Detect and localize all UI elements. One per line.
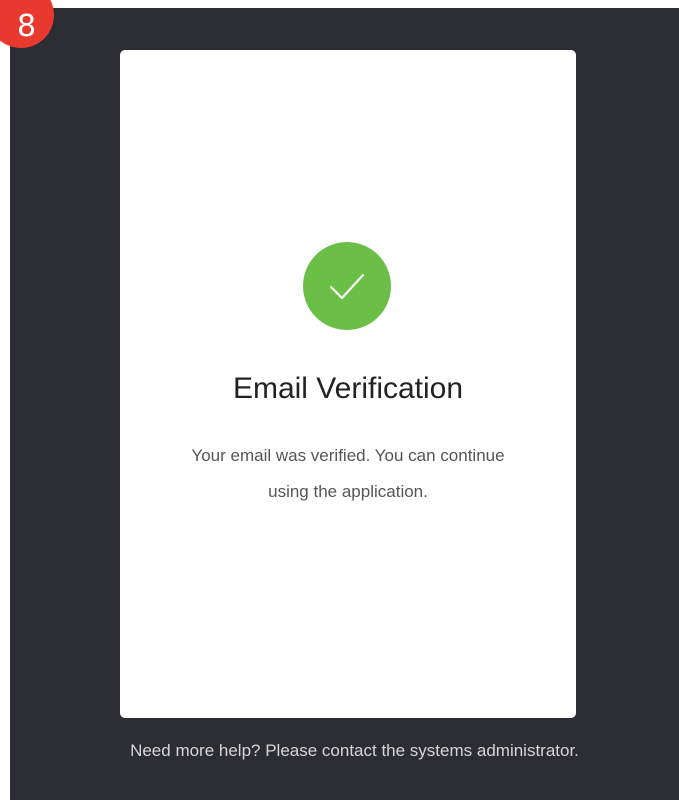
verification-message: Your email was verified. You can continu… (191, 446, 505, 501)
checkmark-icon (329, 273, 365, 300)
help-footer-text: Need more help? Please contact the syste… (130, 741, 579, 760)
page-background: 8 Email Verification Your email was veri… (0, 0, 679, 800)
step-number-badge: 8 (0, 0, 54, 48)
step-number: 8 (17, 9, 37, 44)
screenshot-stage: 8 Email Verification Your email was veri… (0, 0, 679, 800)
verification-card: Email Verification Your email was verifi… (120, 50, 576, 718)
page-title: Email Verification (232, 372, 464, 405)
check-circle-icon (303, 242, 391, 330)
